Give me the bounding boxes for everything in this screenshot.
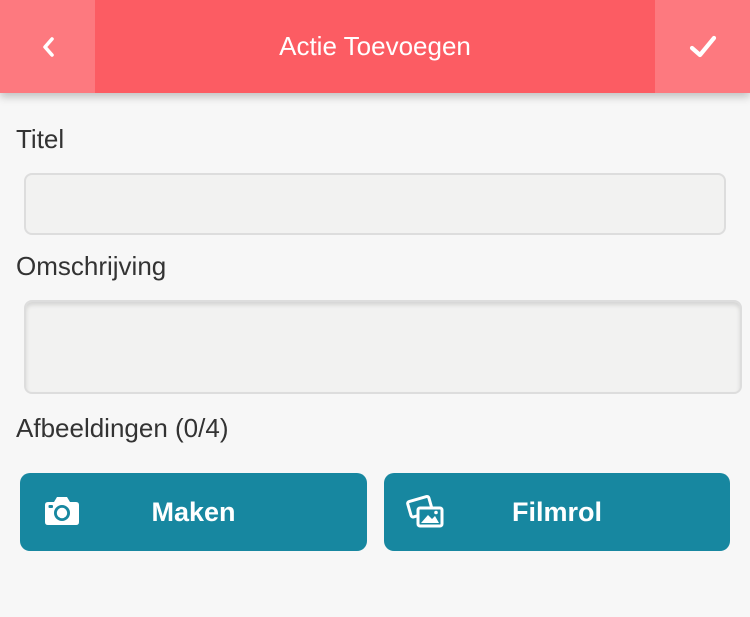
camera-roll-button[interactable]: Filmrol xyxy=(384,473,730,551)
description-label: Omschrijving xyxy=(16,251,167,281)
camera-icon xyxy=(45,497,79,525)
confirm-button[interactable] xyxy=(655,0,750,93)
camera-roll-label: Filmrol xyxy=(511,496,602,527)
take-photo-label: Maken xyxy=(151,496,236,527)
title-label: Titel xyxy=(16,124,65,154)
app-header: Actie Toevoegen xyxy=(0,0,750,93)
images-label: Afbeeldingen (0/4) xyxy=(16,413,229,443)
back-button[interactable] xyxy=(0,0,95,93)
checkmark-icon xyxy=(689,35,716,57)
title-input[interactable] xyxy=(24,173,726,235)
page-title: Actie Toevoegen xyxy=(279,31,471,61)
chevron-left-icon xyxy=(42,36,54,57)
description-textarea[interactable] xyxy=(24,300,742,394)
take-photo-button[interactable]: Maken xyxy=(20,473,367,551)
photos-icon xyxy=(406,494,444,528)
